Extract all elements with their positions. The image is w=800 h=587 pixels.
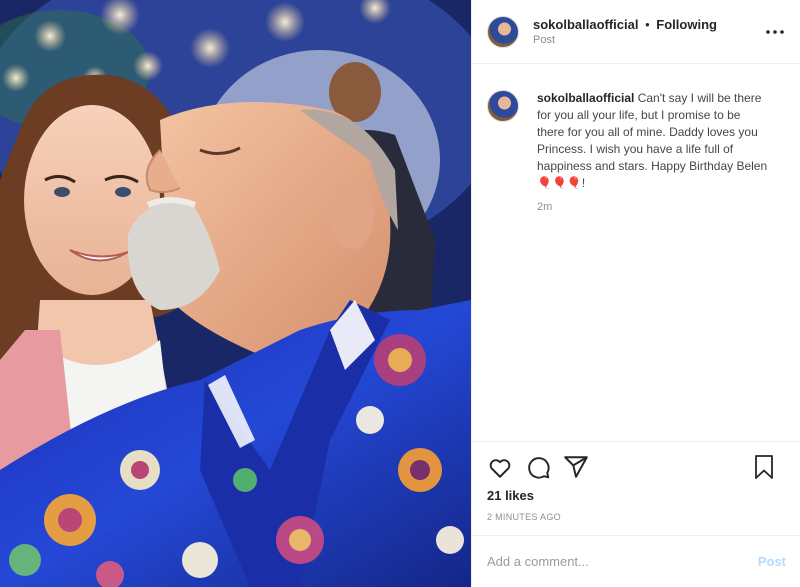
caption-area: sokolballaofficial Can't say I will be t…	[472, 64, 800, 213]
share-icon[interactable]	[563, 454, 589, 480]
header-line: sokolballaofficial • Following	[533, 16, 717, 33]
likes-count[interactable]: 21 likes	[487, 488, 786, 503]
post-image	[0, 0, 471, 587]
comment-input[interactable]	[487, 554, 758, 569]
caption-author-avatar[interactable]	[487, 90, 519, 122]
post-header: sokolballaofficial • Following Post	[472, 0, 800, 64]
heart-icon[interactable]	[487, 454, 513, 480]
following-button[interactable]: Following	[656, 17, 717, 32]
post-comment-button[interactable]: Post	[758, 554, 786, 569]
post-photo[interactable]	[0, 0, 471, 587]
more-options-icon[interactable]	[766, 25, 784, 39]
author-username-link[interactable]: sokolballaofficial	[533, 17, 638, 32]
author-avatar[interactable]	[487, 15, 519, 48]
comment-icon[interactable]	[525, 454, 551, 480]
post-details-panel: sokolballaofficial • Following Post soko…	[471, 0, 800, 587]
action-row	[487, 452, 786, 482]
separator-dot: •	[645, 17, 650, 32]
post-timestamp[interactable]: 2 minutes ago	[487, 512, 786, 522]
bookmark-icon[interactable]	[752, 454, 776, 480]
post-actions: 21 likes 2 minutes ago	[472, 441, 800, 522]
caption-time[interactable]: 2m	[537, 201, 769, 213]
caption-text: sokolballaofficial Can't say I will be t…	[537, 90, 769, 192]
caption-body: sokolballaofficial Can't say I will be t…	[537, 90, 769, 213]
caption-message: Can't say I will be there for you all yo…	[537, 91, 768, 190]
caption-author-username-link[interactable]: sokolballaofficial	[537, 91, 634, 105]
header-subline: Post	[533, 34, 556, 46]
comment-box: Post	[472, 535, 800, 587]
header-text: sokolballaofficial • Following Post	[533, 16, 717, 47]
